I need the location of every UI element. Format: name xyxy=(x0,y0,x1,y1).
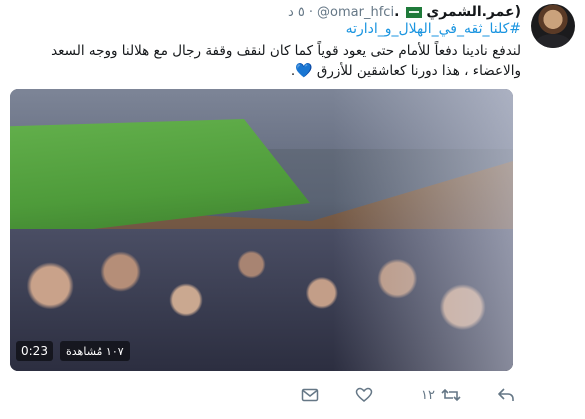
tweet: (عمر.الشمري . @omar_hfci · ٥ د #كلنا_ثقه… xyxy=(0,0,585,419)
tweet-body: لندفع نادينا دفعاً للأمام حتى يعود قوياً… xyxy=(51,43,521,79)
saudi-flag-icon xyxy=(406,6,423,18)
hashtag-link[interactable]: #كلنا_ثقه_في_الهلال_و_ادارته xyxy=(346,21,521,37)
reply-button[interactable] xyxy=(497,387,521,403)
heart-icon xyxy=(355,387,373,402)
timestamp[interactable]: ٥ د xyxy=(288,5,305,20)
tweet-header: (عمر.الشمري . @omar_hfci · ٥ د xyxy=(288,2,521,22)
video-duration: 0:23 xyxy=(16,341,53,361)
username[interactable]: @omar_hfci xyxy=(317,5,394,20)
tweet-text: لندفع نادينا دفعاً للأمام حتى يعود قوياً… xyxy=(21,41,521,81)
retweet-button[interactable]: ١٢ xyxy=(415,387,461,403)
tweet-actions: ١٢ xyxy=(301,384,521,406)
name-dot: . xyxy=(394,4,400,20)
avatar-shoulders xyxy=(535,34,571,48)
blue-heart-emoji: 💙 xyxy=(295,63,313,79)
retweet-count: ١٢ xyxy=(421,387,435,403)
time-separator: · xyxy=(308,4,314,20)
like-button[interactable] xyxy=(355,387,379,403)
avatar[interactable] xyxy=(531,4,575,48)
video-player[interactable]: ١٠٧ مُشاهدة 0:23 xyxy=(10,89,513,371)
display-name[interactable]: (عمر.الشمري xyxy=(426,4,521,20)
direct-message-button[interactable] xyxy=(301,388,319,402)
direct-message-icon xyxy=(301,388,319,402)
retweet-icon xyxy=(441,388,461,402)
reply-icon xyxy=(498,388,514,401)
view-count: ١٠٧ مُشاهدة xyxy=(60,341,130,361)
video-crowd-highlight xyxy=(333,89,513,371)
